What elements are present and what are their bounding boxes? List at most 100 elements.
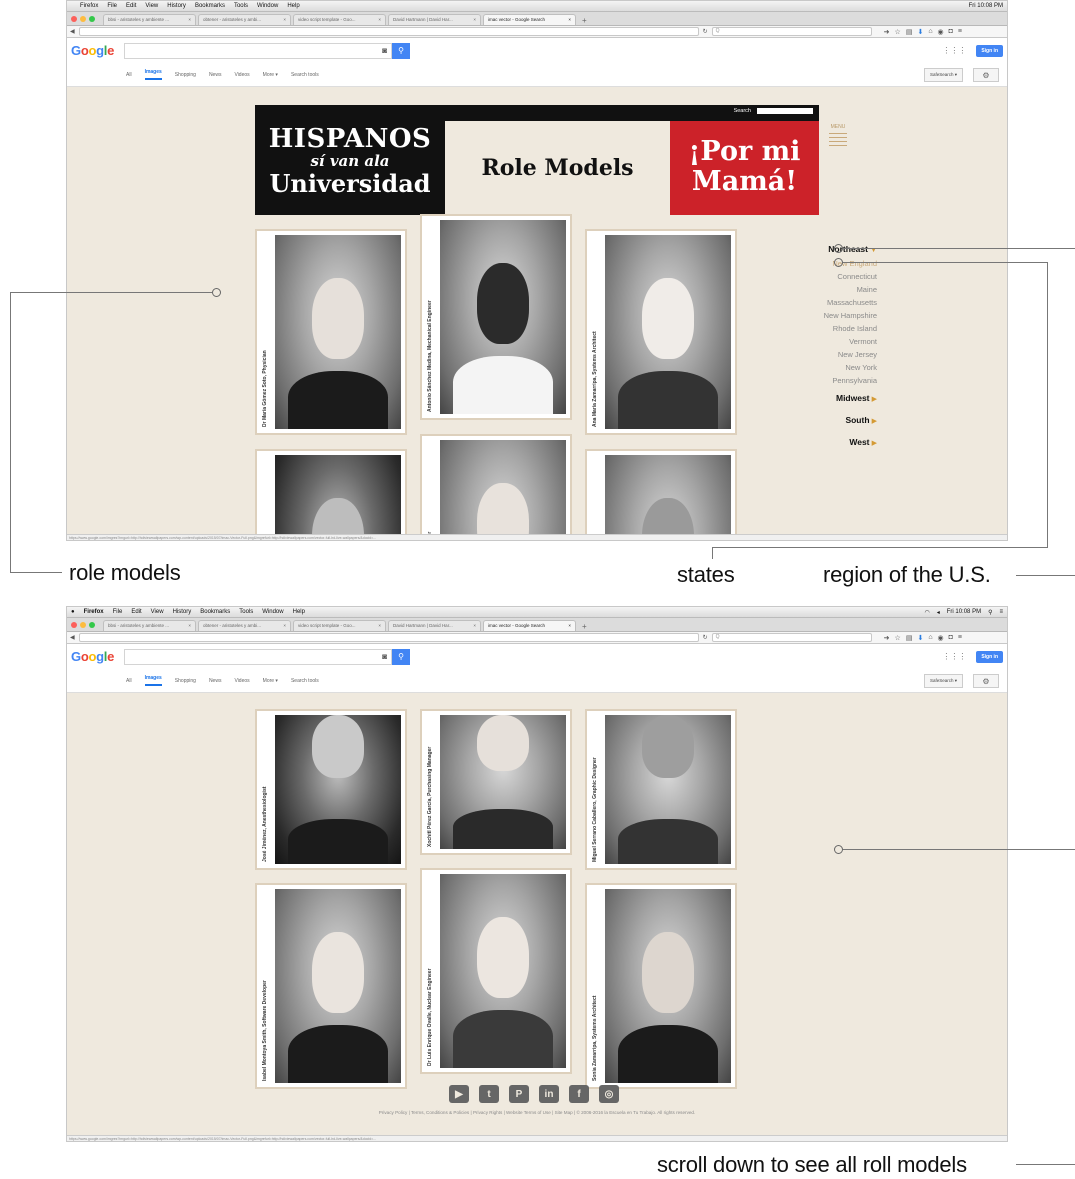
menu-history[interactable]: History — [173, 609, 192, 615]
tab-videos[interactable]: Videos — [234, 72, 249, 78]
role-model-card[interactable]: Antonio Sánchez Medina, Mechanical Engin… — [420, 214, 572, 420]
browser-tab[interactable]: obtener - aristoteles y ambi... × — [198, 14, 291, 25]
close-tab-icon[interactable]: × — [473, 623, 476, 629]
tab-news[interactable]: News — [209, 72, 222, 78]
home-icon[interactable]: ⌂ — [928, 634, 932, 642]
apps-grid-icon[interactable]: ⋮⋮⋮ — [942, 46, 966, 55]
browser-tab-active[interactable]: imac vector - Google Search × — [483, 14, 576, 25]
por-mi-mama-banner[interactable]: ¡Por mi Mamá! — [670, 121, 819, 215]
url-input[interactable] — [78, 27, 699, 36]
hispanos-banner[interactable]: HISPANOS sí van ala Universidad — [255, 121, 445, 215]
tab-images[interactable]: Images — [144, 69, 162, 80]
close-tab-icon[interactable]: × — [188, 623, 191, 629]
menu-tools[interactable]: Tools — [239, 609, 253, 615]
camera-icon[interactable]: ◙ — [382, 652, 387, 661]
region-midwest[interactable]: Midwest ▶ — [747, 392, 877, 406]
camera-icon[interactable]: ◙ — [382, 46, 387, 55]
state-link[interactable]: Connecticut — [747, 270, 877, 283]
menu-firefox[interactable]: Firefox — [84, 609, 104, 615]
twitter-icon[interactable]: t — [479, 1085, 499, 1103]
menu-file[interactable]: File — [107, 3, 117, 9]
minimize-window-button[interactable] — [80, 621, 86, 628]
tab-more[interactable]: More ▾ — [263, 678, 278, 684]
role-model-card[interactable]: Xochitl Pérez García, Purchasing Manager — [420, 434, 572, 540]
menu-firefox[interactable]: Firefox — [80, 3, 98, 9]
notification-icon[interactable]: ≡ — [999, 609, 1003, 615]
browser-tab[interactable]: David Hartmann | David Har... × — [388, 14, 481, 25]
download-icon[interactable]: ⬇ — [917, 28, 923, 36]
instagram-icon[interactable]: ◎ — [599, 1085, 619, 1103]
state-link[interactable]: New Hampshire — [747, 309, 877, 322]
role-model-card[interactable]: Miguel Serrano Caballero, Graphic Design… — [585, 709, 737, 870]
role-model-card[interactable]: Dr Luis Enrique Ovalle, Nuclear Engineer — [420, 868, 572, 1074]
site-search-input[interactable] — [757, 108, 813, 114]
tab-search-tools[interactable]: Search tools — [291, 678, 319, 684]
role-model-card[interactable]: Xochitl Pérez García, Purchasing Manager — [420, 709, 572, 855]
reload-icon[interactable]: ↻ — [703, 634, 708, 641]
linkedin-icon[interactable]: in — [539, 1085, 559, 1103]
browser-tab[interactable]: obtener - aristoteles y ambi... × — [198, 620, 291, 631]
tab-all[interactable]: All — [126, 678, 132, 684]
role-model-card[interactable]: Ana María Zamarripa, Systems Architect — [585, 229, 737, 435]
forward-icon[interactable]: ➜ — [884, 28, 890, 36]
browser-tab[interactable]: video script template - Goo... × — [293, 620, 386, 631]
sign-in-button[interactable]: Sign in — [976, 650, 1003, 663]
safesearch-button[interactable]: SafeSearch ▾ — [923, 68, 963, 82]
browser-search-input[interactable]: Q — [711, 27, 872, 36]
role-model-card[interactable]: Miguel Serrano Caballero, Graphic Design… — [585, 449, 737, 540]
spotlight-icon[interactable]: ⚲ — [988, 609, 992, 616]
role-model-card[interactable]: Isabel Montoya Smith, Software Developer — [255, 883, 407, 1089]
zoom-window-button[interactable] — [89, 15, 95, 22]
google-search-button[interactable]: ⚲ — [392, 648, 411, 665]
forward-icon[interactable]: ➜ — [884, 634, 890, 642]
region-west[interactable]: West ▶ — [747, 436, 877, 450]
gear-icon[interactable]: ⚙ — [973, 68, 999, 82]
role-model-card[interactable]: Dr María Gómez Soto, Physician — [255, 229, 407, 435]
region-northeast[interactable]: Northeast ▼ — [747, 243, 877, 257]
close-tab-icon[interactable]: × — [473, 17, 476, 23]
clipboard-icon[interactable]: ▤ — [906, 634, 913, 642]
google-search-button[interactable]: ⚲ — [392, 42, 411, 59]
tab-shopping[interactable]: Shopping — [175, 678, 196, 684]
close-tab-icon[interactable]: × — [568, 17, 571, 23]
wifi-icon[interactable]: ◠ — [924, 609, 929, 616]
bookmark-star-icon[interactable]: ☆ — [895, 634, 901, 642]
shield-icon[interactable]: ◘ — [949, 28, 953, 36]
google-logo[interactable]: Google — [71, 649, 114, 664]
menu-window[interactable]: Window — [262, 609, 283, 615]
tab-all[interactable]: All — [126, 72, 132, 78]
shield-icon[interactable]: ◘ — [949, 634, 953, 642]
menu-window[interactable]: Window — [257, 3, 278, 9]
google-search-input[interactable]: ◙ — [124, 42, 393, 59]
tab-videos[interactable]: Videos — [234, 678, 249, 684]
new-tab-button[interactable]: + — [578, 622, 591, 631]
region-south[interactable]: South ▶ — [747, 414, 877, 428]
subregion-new-england[interactable]: New England — [747, 257, 877, 270]
tab-more[interactable]: More ▾ — [263, 72, 278, 78]
browser-tab[interactable]: video script template - Goo... × — [293, 14, 386, 25]
state-link[interactable]: Massachusetts — [747, 296, 877, 309]
menu-view[interactable]: View — [151, 609, 164, 615]
new-tab-button[interactable]: + — [578, 16, 591, 25]
youtube-icon[interactable]: ▶ — [449, 1085, 469, 1103]
minimize-window-button[interactable] — [80, 15, 86, 22]
tab-news[interactable]: News — [209, 678, 222, 684]
facebook-icon[interactable]: f — [569, 1085, 589, 1103]
state-link[interactable]: New Jersey — [747, 348, 877, 361]
menu-help[interactable]: Help — [293, 609, 305, 615]
menu-help[interactable]: Help — [287, 3, 299, 9]
google-search-input[interactable]: ◙ — [124, 648, 393, 665]
clipboard-icon[interactable]: ▤ — [906, 28, 913, 36]
close-window-button[interactable] — [71, 15, 77, 22]
tab-search-tools[interactable]: Search tools — [291, 72, 319, 78]
url-input[interactable] — [78, 633, 699, 642]
pinterest-icon[interactable]: P — [509, 1085, 529, 1103]
apps-grid-icon[interactable]: ⋮⋮⋮ — [942, 652, 966, 661]
menu-file[interactable]: File — [113, 609, 123, 615]
browser-search-input[interactable]: Q — [711, 633, 872, 642]
close-tab-icon[interactable]: × — [283, 623, 286, 629]
close-tab-icon[interactable]: × — [378, 17, 381, 23]
menu-edit[interactable]: Edit — [131, 609, 141, 615]
state-link[interactable]: Vermont — [747, 335, 877, 348]
volume-icon[interactable]: ◂ — [937, 609, 940, 616]
